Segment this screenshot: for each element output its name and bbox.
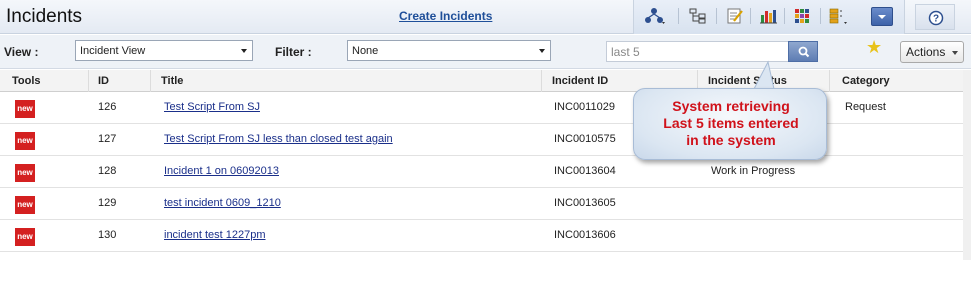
column-divider xyxy=(829,70,830,92)
table-row[interactable]: new 129 test incident 0609_1210 INC00136… xyxy=(0,188,963,220)
view-select[interactable]: Incident View xyxy=(75,40,253,61)
toolbar-separator xyxy=(784,8,785,24)
new-badge-icon[interactable]: new xyxy=(15,228,35,246)
favorite-star-icon[interactable]: ★ xyxy=(866,37,882,58)
help-button[interactable]: ? xyxy=(915,4,955,30)
new-badge-icon[interactable]: new xyxy=(15,100,35,118)
toolbar-separator xyxy=(750,8,751,24)
view-label: View : xyxy=(4,45,39,59)
callout-text: System retrieving Last 5 items entered i… xyxy=(634,98,828,149)
toolbar-separator xyxy=(716,8,717,24)
row-incident-id: INC0013606 xyxy=(554,229,616,241)
new-badge-icon[interactable]: new xyxy=(15,164,35,182)
row-title-link[interactable]: Test Script From SJ xyxy=(164,101,260,113)
column-header-tools[interactable]: Tools xyxy=(12,75,41,87)
callout-line: in the system xyxy=(686,132,776,148)
column-divider xyxy=(150,70,151,92)
row-category: Request xyxy=(845,101,886,113)
scrollbar-track[interactable] xyxy=(963,70,971,260)
filter-bar: View : Incident View Filter : None last … xyxy=(0,35,971,69)
chevron-down-icon xyxy=(241,49,247,53)
row-title-link[interactable]: Incident 1 on 06092013 xyxy=(164,165,279,177)
actions-button-label: Actions xyxy=(906,45,946,59)
row-incident-id: INC0010575 xyxy=(554,133,616,145)
org-chart-icon[interactable] xyxy=(644,7,665,25)
row-incident-id: INC0011029 xyxy=(554,101,615,113)
chevron-down-icon xyxy=(878,15,886,19)
create-incidents-link[interactable]: Create Incidents xyxy=(399,9,492,23)
chevron-down-icon xyxy=(952,51,958,55)
row-incident-id: INC0013605 xyxy=(554,197,616,209)
chevron-down-icon xyxy=(539,49,545,53)
filter-label: Filter : xyxy=(275,45,312,59)
help-icon: ? xyxy=(928,10,944,26)
grid-icon[interactable] xyxy=(792,7,812,25)
page-title: Incidents xyxy=(6,6,83,27)
toolbar-separator xyxy=(678,8,679,24)
layout-icon[interactable] xyxy=(827,7,847,25)
row-title-link[interactable]: Test Script From SJ less than closed tes… xyxy=(164,133,393,145)
callout-annotation: System retrieving Last 5 items entered i… xyxy=(633,88,827,160)
filter-select-value: None xyxy=(352,45,379,57)
row-id: 126 xyxy=(98,101,117,113)
column-divider xyxy=(541,70,542,92)
column-header-incident-id[interactable]: Incident ID xyxy=(552,75,608,87)
table-row[interactable]: new 128 Incident 1 on 06092013 INC001360… xyxy=(0,156,963,188)
toolbar xyxy=(633,0,905,34)
row-title-link[interactable]: incident test 1227pm xyxy=(164,229,266,241)
filter-select[interactable]: None xyxy=(347,40,551,61)
row-status: Work in Progress xyxy=(711,165,796,177)
toolbar-dropdown-button[interactable] xyxy=(871,7,893,26)
row-id: 130 xyxy=(98,229,117,241)
toolbar-separator xyxy=(820,8,821,24)
hierarchy-icon[interactable] xyxy=(688,7,708,25)
column-header-id[interactable]: ID xyxy=(98,75,109,87)
actions-button[interactable]: Actions xyxy=(900,41,964,63)
row-id: 129 xyxy=(98,197,117,209)
callout-line: Last 5 items entered xyxy=(663,115,799,131)
search-button[interactable] xyxy=(788,41,818,62)
view-select-value: Incident View xyxy=(80,45,146,57)
row-id: 128 xyxy=(98,165,117,177)
new-badge-icon[interactable]: new xyxy=(15,196,35,214)
bar-chart-icon[interactable] xyxy=(758,7,778,25)
search-icon xyxy=(798,46,810,58)
callout-line: System retrieving xyxy=(672,98,790,114)
row-title-link[interactable]: test incident 0609_1210 xyxy=(164,197,281,209)
svg-text:?: ? xyxy=(933,14,939,25)
table-row[interactable]: new 130 incident test 1227pm INC0013606 xyxy=(0,220,963,252)
column-header-title[interactable]: Title xyxy=(161,75,183,87)
edit-checklist-icon[interactable] xyxy=(725,7,745,25)
row-incident-id: INC0013604 xyxy=(554,165,616,177)
new-badge-icon[interactable]: new xyxy=(15,132,35,150)
column-divider xyxy=(88,70,89,92)
column-header-category[interactable]: Category xyxy=(842,75,890,87)
row-id: 127 xyxy=(98,133,117,145)
callout-pointer xyxy=(753,60,775,90)
